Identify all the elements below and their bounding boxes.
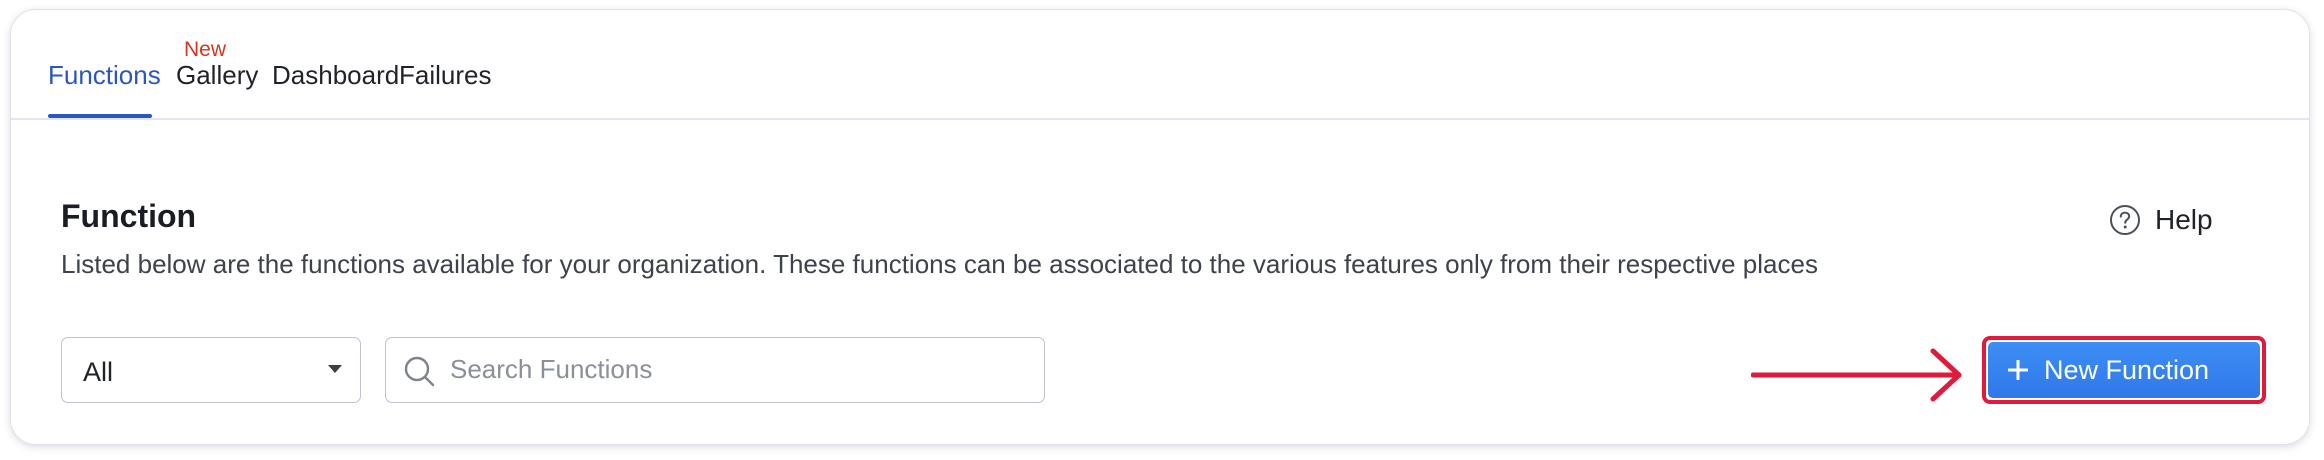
active-tab-indicator (48, 114, 152, 118)
search-box (385, 337, 1045, 403)
plus-icon (2008, 360, 2028, 380)
new-function-label: New Function (2044, 354, 2210, 385)
caret-down-icon (328, 365, 342, 373)
question-circle-icon (2110, 205, 2140, 235)
tab-failures[interactable]: Failures (399, 60, 491, 91)
functions-panel: Functions New Gallery Dashboard Failures… (10, 9, 2310, 445)
annotation-arrow (1751, 348, 1962, 402)
new-function-button[interactable]: New Function (1988, 342, 2260, 398)
page-title: Function (61, 198, 197, 234)
search-icon (404, 356, 435, 387)
new-badge: New (184, 38, 227, 61)
function-type-select[interactable]: All (61, 337, 361, 403)
tab-dashboard[interactable]: Dashboard (272, 60, 399, 91)
tab-gallery[interactable]: Gallery (176, 60, 258, 91)
search-input[interactable] (450, 346, 1020, 392)
help-label: Help (2155, 204, 2213, 235)
tab-bar: Functions New Gallery Dashboard Failures (11, 10, 2309, 120)
page-description: Listed below are the functions available… (61, 249, 1818, 279)
tab-functions[interactable]: Functions (48, 60, 161, 91)
help-link[interactable]: Help (2109, 204, 2213, 236)
select-value: All (83, 357, 114, 387)
